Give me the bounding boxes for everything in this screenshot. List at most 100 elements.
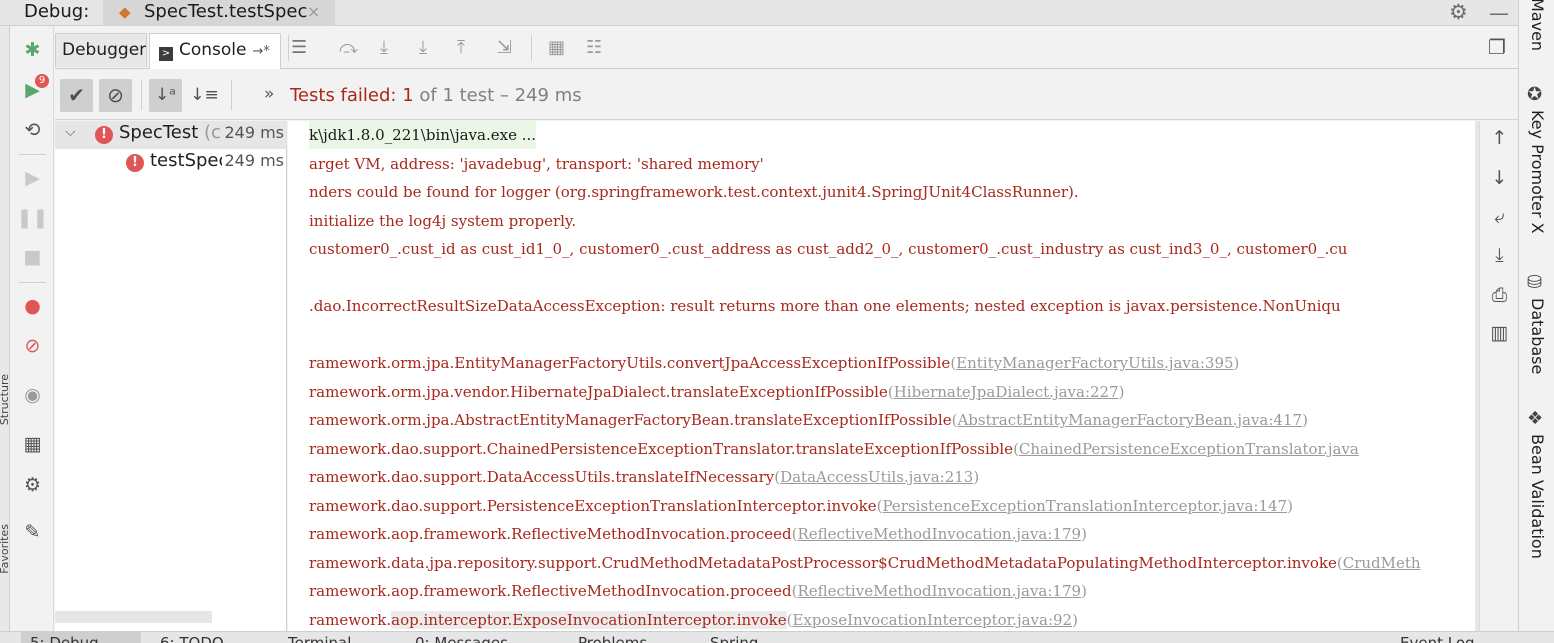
close-icon[interactable]: × [307, 2, 320, 21]
trace-icon[interactable]: ☷ [586, 37, 602, 58]
pause-icon[interactable]: ❚❚ [11, 206, 54, 230]
test-failed-icon: ! [95, 126, 113, 144]
debugger-tab-row: Debugger > Console →* ☰ ⤼ ⤓ ⤓ ⤒ ⇲ ▦ ☷ ❐ [55, 27, 1518, 69]
console-line: nders could be found for logger (org.spr… [309, 183, 1079, 201]
stack-frame-method: ramework.aop.framework.ReflectiveMethodI… [309, 525, 792, 543]
console-line: ramework.dao.support.DataAccessUtils.tra… [309, 463, 979, 491]
tree-item-label: testSpec [150, 150, 225, 171]
sort-alphabetically-button[interactable]: ↓ᵃ [149, 79, 182, 112]
console-output[interactable]: k\jdk1.8.0_221\bin\java.exe ... arget VM,… [288, 121, 1475, 631]
source-file-link[interactable]: ReflectiveMethodInvocation.java:179 [797, 582, 1081, 600]
stack-frame-method: ramework.orm.jpa.vendor.HibernateJpaDial… [309, 382, 888, 401]
step-out-icon[interactable]: ⤒ [457, 37, 465, 58]
camera-icon[interactable]: ◉ [11, 383, 54, 407]
scroll-to-end-icon[interactable]: ⤓ [1480, 244, 1519, 266]
minimize-icon[interactable]: — [1489, 1, 1509, 25]
test-results-summary: Tests failed: 1 of 1 test – 249 ms [290, 85, 582, 106]
test-failed-icon: ! [126, 154, 144, 172]
show-execution-point-icon[interactable]: ⤼ [339, 37, 358, 58]
console-line: arget VM, address: 'javadebug', transpor… [309, 154, 764, 173]
console-line: ramework.data.jpa.repository.support.Cru… [309, 549, 1421, 577]
bug-icon[interactable]: ✱ [11, 38, 54, 62]
arrow-down-icon[interactable]: ↓ [1480, 167, 1519, 189]
source-file-link[interactable]: HibernateJpaDialect.java:227 [894, 383, 1119, 401]
step-into-icon[interactable]: ⤓ [419, 37, 427, 58]
bottom-tab-event-log[interactable]: Event Log [1400, 634, 1475, 643]
console-line: ramework.aop.framework.ReflectiveMethodI… [309, 577, 1087, 605]
source-file-link[interactable]: EntityManagerFactoryUtils.java:395 [956, 354, 1233, 372]
show-passed-button[interactable]: ✔ [60, 79, 93, 112]
tree-horizontal-scrollbar[interactable] [55, 611, 212, 623]
more-actions-chevron-icon[interactable]: » [264, 84, 274, 104]
paren-close: ) [1072, 610, 1078, 629]
session-tab-label: SpecTest.testSpec [144, 1, 308, 22]
console-line: ramework.dao.support.ChainedPersistenceE… [309, 435, 1359, 463]
debug-session-tab[interactable]: ◆ SpecTest.testSpec × [103, 0, 335, 26]
favorites-tool-window[interactable]: Favorites [0, 524, 9, 574]
tree-item-duration: 249 ms [222, 151, 284, 170]
junit-run-icon: ◆ [119, 3, 131, 21]
gear-icon[interactable]: ⚙ [1449, 0, 1468, 24]
rerun-badge: 9 [35, 74, 49, 88]
tab-console[interactable]: > Console →* [149, 33, 281, 69]
trash-icon[interactable]: ▥ [1480, 322, 1519, 344]
source-file-link[interactable]: ReflectiveMethodInvocation.java:179 [797, 525, 1081, 543]
source-file-link[interactable]: AbstractEntityManagerFactoryBean.java:41… [957, 411, 1302, 429]
chevron-down-icon[interactable]: ⌵ [65, 124, 76, 140]
structure-tool-window[interactable]: Structure [0, 374, 9, 425]
bean-validation-tool-window[interactable]: Bean Validation [1519, 434, 1554, 559]
debug-label: Debug: [24, 1, 90, 22]
refresh-icon[interactable]: ⟲ [11, 118, 54, 142]
tree-row-spectest[interactable]: ⌵ ! SpecTest (co 249 ms [55, 121, 287, 149]
stop-icon[interactable]: ■ [11, 245, 54, 269]
mute-breakpoints-icon[interactable]: ⊘ [11, 334, 54, 358]
show-ignored-button[interactable]: ⊘ [99, 79, 132, 112]
source-file-link[interactable]: PersistenceExceptionTranslationIntercept… [882, 497, 1287, 515]
layout-icon[interactable]: ▦ [11, 432, 54, 456]
evaluate-expression-icon[interactable]: ▦ [548, 37, 565, 58]
pin-tab-icon[interactable]: →* [253, 44, 270, 59]
restore-layout-icon[interactable]: ❐ [1488, 35, 1506, 59]
source-file-link[interactable]: ExposeInvocationInterceptor.java:92 [792, 611, 1072, 629]
bottom-tab-problems[interactable]: Problems [578, 634, 647, 643]
key-promoter-tool-window[interactable]: Key Promoter X [1519, 110, 1554, 234]
print-icon[interactable]: ⎙ [1480, 284, 1519, 306]
paren-close: ) [1233, 354, 1240, 372]
console-toolbar-right: ↑ ↓ ⤶ ⤓ ⎙ ▥ [1479, 121, 1518, 631]
bottom-tab-debug[interactable]: 5: Debug [30, 634, 99, 643]
stack-frame-method: ramework.orm.jpa.EntityManagerFactoryUti… [309, 354, 951, 372]
console-line: initialize the log4j system properly. [309, 211, 577, 230]
frames-menu-icon[interactable]: ☰ [291, 37, 307, 58]
bottom-tab-todo[interactable]: 6: TODO [160, 634, 224, 643]
bottom-tab-terminal[interactable]: Terminal [288, 634, 351, 643]
run-to-cursor-icon[interactable]: ⇲ [497, 37, 512, 58]
bottom-tab-messages[interactable]: 0: Messages [415, 634, 508, 643]
step-over-icon[interactable]: ⤓ [380, 37, 388, 58]
soft-wrap-icon[interactable]: ⤶ [1480, 206, 1519, 228]
breakpoints-icon[interactable]: ● [11, 294, 54, 318]
settings-icon[interactable]: ⚙ [11, 473, 54, 497]
tree-item-label: SpecTest (co [119, 122, 229, 143]
source-file-link[interactable]: CrudMeth [1343, 554, 1421, 572]
debug-toolbar-left: ✱ ▶ 9 ⟲ ▶ ❚❚ ■ ● ⊘ ◉ ▦ ⚙ ✎ [11, 26, 54, 631]
source-file-link[interactable]: ChainedPersistenceExceptionTranslator.ja… [1019, 440, 1359, 458]
toolbar-divider [231, 80, 232, 110]
console-line: ramework.orm.jpa.vendor.HibernateJpaDial… [309, 378, 1125, 406]
stack-frame-method: ramework.dao.support.ChainedPersistenceE… [309, 439, 1014, 458]
stack-frame-method: aop.interceptor.ExposeInvocationIntercep… [391, 610, 787, 629]
rerun-failed-icon[interactable]: ▶ 9 [11, 74, 54, 102]
tree-row-testspec[interactable]: ! testSpec 249 ms [55, 149, 287, 177]
tab-debugger[interactable]: Debugger [55, 33, 147, 67]
tests-failed-count: Tests failed: 1 [290, 85, 414, 106]
resume-icon[interactable]: ▶ [11, 166, 54, 190]
console-line: ramework.aop.interceptor.ExposeInvocatio… [309, 606, 1078, 632]
bottom-tab-spring[interactable]: Spring [710, 634, 758, 643]
maven-tool-window[interactable]: Maven [1519, 0, 1554, 51]
paren-close: ) [1287, 496, 1293, 515]
source-file-link[interactable]: DataAccessUtils.java:213 [780, 468, 973, 486]
pin-icon[interactable]: ✎ [11, 520, 54, 544]
database-tool-window[interactable]: Database [1519, 298, 1554, 374]
toolbar-divider [531, 35, 532, 61]
arrow-up-icon[interactable]: ↑ [1480, 127, 1519, 149]
sort-by-duration-button[interactable]: ↓≡ [188, 79, 221, 112]
